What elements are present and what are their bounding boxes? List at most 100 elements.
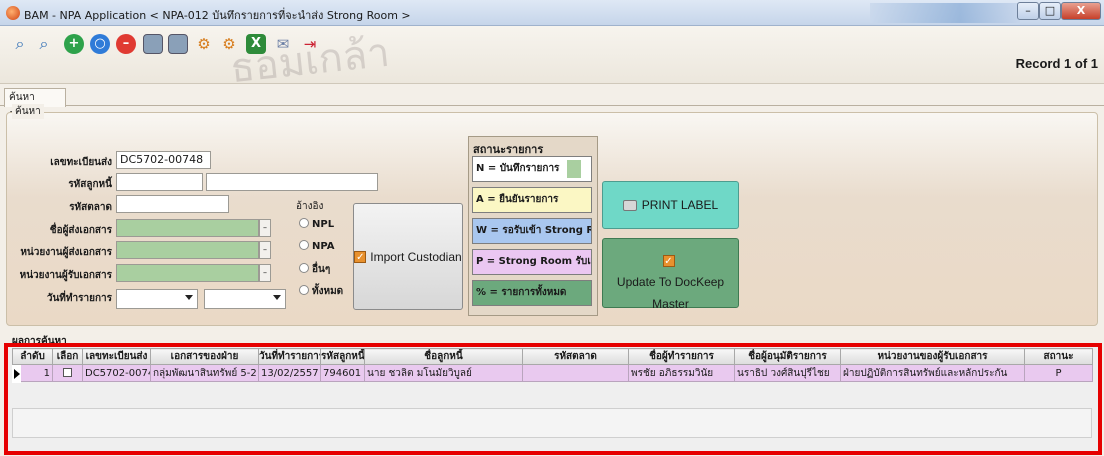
column-header[interactable]: ลำดับ xyxy=(12,348,53,365)
search-refresh-icon[interactable]: ⌕ xyxy=(34,34,54,54)
status-item-n[interactable]: N = บันทึกรายการ xyxy=(472,156,592,182)
receiver-unit-label: หน่วยงานผู้รับเอกสาร xyxy=(19,270,112,281)
ref-radio-npa[interactable]: NPA xyxy=(299,240,335,252)
column-header[interactable]: รหัสตลาด xyxy=(522,348,629,365)
status-item-w[interactable]: W = รอรับเข้า Strong Room xyxy=(472,218,592,244)
status-item-p[interactable]: P = Strong Room รับแล้ว xyxy=(472,249,592,275)
close-button[interactable]: X xyxy=(1061,2,1101,20)
chevron-down-icon xyxy=(273,295,281,300)
status-item-a[interactable]: A = ยืนยันรายการ xyxy=(472,187,592,213)
cell-doc-no: DC5702-00748 xyxy=(82,364,151,382)
customer-name-input[interactable] xyxy=(206,173,378,191)
row-pointer-icon xyxy=(14,369,20,379)
printer-icon xyxy=(622,199,637,211)
status-item-a-label: A = ยืนยันรายการ xyxy=(476,194,559,205)
ref-radio-all[interactable]: ทั้งหมด xyxy=(299,284,343,299)
doc-no-input[interactable]: DC5702-00748 xyxy=(116,151,211,169)
title-bar: BAM - NPA Application < NPA-012 บันทึกรา… xyxy=(0,0,1104,26)
column-header[interactable]: สถานะ xyxy=(1024,348,1093,365)
column-header[interactable]: ชื่อลูกหนี้ xyxy=(364,348,523,365)
sender-unit-lookup-button[interactable]: – xyxy=(259,241,271,259)
cell-customer-name: นาย ชวลิต มโนมัยวิบูลย์ xyxy=(364,364,523,382)
column-header[interactable]: เลือก xyxy=(52,348,83,365)
search-legend: ค้นหา xyxy=(12,104,44,119)
status-item-p-label: P = Strong Room รับแล้ว xyxy=(476,256,591,267)
save-icon[interactable] xyxy=(143,34,163,54)
sender-name-label: ชื่อผู้ส่งเอกสาร xyxy=(49,225,112,236)
import-custodian-label: Import Custodian xyxy=(370,249,462,264)
row-checkbox[interactable] xyxy=(63,367,72,377)
ref-radio-other-label: อื่นๆ xyxy=(312,264,331,275)
update-dockeep-label: Update To DocKeep Master xyxy=(616,275,725,311)
column-header[interactable]: รหัสลูกหนี้ xyxy=(320,348,365,365)
status-item-all[interactable]: % = รายการทั้งหมด xyxy=(472,280,592,306)
receiver-unit-input[interactable] xyxy=(116,264,259,282)
cell-approver: นราธิป วงศ์สินปุรีไชย xyxy=(734,364,841,382)
ref-radio-npl-label: NPL xyxy=(312,219,335,230)
market-code-label: รหัสตลาด xyxy=(69,202,112,213)
update-dockeep-button[interactable]: ✓ Update To DocKeep Master xyxy=(602,238,739,311)
checkbox-icon: ✓ xyxy=(354,250,367,263)
customer-code-label: รหัสลูกหนี้ xyxy=(68,179,112,190)
sender-name-input[interactable] xyxy=(116,219,259,237)
doc-no-label: เลขทะเบียนส่ง xyxy=(50,157,112,168)
sender-name-lookup-button[interactable]: – xyxy=(259,219,271,237)
status-item-w-label: W = รอรับเข้า Strong Room xyxy=(476,225,591,236)
sender-unit-input[interactable] xyxy=(116,241,259,259)
title-glass-decoration xyxy=(870,3,1020,23)
market-code-input[interactable] xyxy=(116,195,229,213)
maximize-button[interactable]: □ xyxy=(1039,2,1061,20)
cell-status: P xyxy=(1024,364,1093,382)
receiver-unit-lookup-button[interactable]: – xyxy=(259,264,271,282)
tab-strip: ค้นหารายการ xyxy=(0,84,1104,120)
results-grid: ลำดับ เลือก เลขทะเบียนส่ง เอกสารของฝ่าย … xyxy=(12,348,1093,382)
cell-trans-date: 13/02/2557 xyxy=(258,364,321,382)
status-item-n-label: N = บันทึกรายการ xyxy=(476,163,560,174)
edit-icon[interactable]: ○ xyxy=(90,34,110,54)
ref-group-title: อ้างอิง xyxy=(296,201,324,212)
trans-date-to-dropdown[interactable] xyxy=(204,289,286,309)
column-header[interactable]: ชื่อผู้ทำรายการ xyxy=(628,348,735,365)
cell-creator: พรชัย อภิธรรมวินัย xyxy=(628,364,735,382)
cell-customer-code: 794601 xyxy=(320,364,365,382)
grid-header-row: ลำดับ เลือก เลขทะเบียนส่ง เอกสารของฝ่าย … xyxy=(12,348,1093,365)
filter-icon[interactable]: ⚙ xyxy=(194,34,214,54)
ref-radio-all-label: ทั้งหมด xyxy=(312,286,344,297)
chevron-down-icon xyxy=(185,295,193,300)
delete-icon[interactable]: – xyxy=(116,34,136,54)
column-header[interactable]: หน่วยงานของผู้รับเอกสาร xyxy=(840,348,1025,365)
print-label-button[interactable]: PRINT LABEL xyxy=(602,181,739,229)
cell-receiver-unit: ฝ่ายปฏิบัติการสินทรัพย์และหลักประกัน xyxy=(840,364,1025,382)
radio-icon xyxy=(299,263,309,273)
import-custodian-button[interactable]: ✓ Import Custodian xyxy=(353,203,463,310)
minimize-button[interactable]: – xyxy=(1017,2,1039,20)
ref-radio-other[interactable]: อื่นๆ xyxy=(299,262,330,277)
column-header[interactable]: เลขทะเบียนส่ง xyxy=(82,348,151,365)
trans-date-label: วันที่ทำรายการ xyxy=(46,293,112,304)
trans-date-from-dropdown[interactable] xyxy=(116,289,198,309)
print-label-text: PRINT LABEL xyxy=(641,198,719,212)
column-header[interactable]: วันที่ทำรายการ xyxy=(258,348,321,365)
radio-icon xyxy=(299,240,309,250)
status-item-all-label: % = รายการทั้งหมด xyxy=(476,287,567,298)
cell-select[interactable] xyxy=(52,364,83,382)
radio-icon xyxy=(299,218,309,228)
radio-icon xyxy=(299,285,309,295)
ref-radio-npl[interactable]: NPL xyxy=(299,218,334,230)
column-header[interactable]: ชื่อผู้อนุมัติรายการ xyxy=(734,348,841,365)
customer-code-input[interactable] xyxy=(116,173,203,191)
record-counter: Record 1 of 1 xyxy=(1015,56,1098,71)
cell-market-code xyxy=(522,364,629,382)
search-icon[interactable]: ⌕ xyxy=(10,34,30,54)
row-selector[interactable] xyxy=(12,365,21,383)
status-swatch xyxy=(567,160,581,178)
add-icon[interactable]: + xyxy=(64,34,84,54)
column-header[interactable]: เอกสารของฝ่าย xyxy=(150,348,259,365)
toolbar: ⌕ ⌕ + ○ – ⚙ ⚙ X ✉ ⇥ Record 1 of 1 xyxy=(0,26,1104,84)
cell-department: กลุ่มพัฒนาสินทรัพย์ 5-2 xyxy=(150,364,259,382)
app-icon xyxy=(6,6,20,20)
grid-empty-area xyxy=(12,408,1092,438)
save-as-icon[interactable] xyxy=(168,34,188,54)
table-row[interactable]: 1 DC5702-00748 กลุ่มพัฒนาสินทรัพย์ 5-2 1… xyxy=(12,364,1093,382)
sender-unit-label: หน่วยงานผู้ส่งเอกสาร xyxy=(20,247,112,258)
